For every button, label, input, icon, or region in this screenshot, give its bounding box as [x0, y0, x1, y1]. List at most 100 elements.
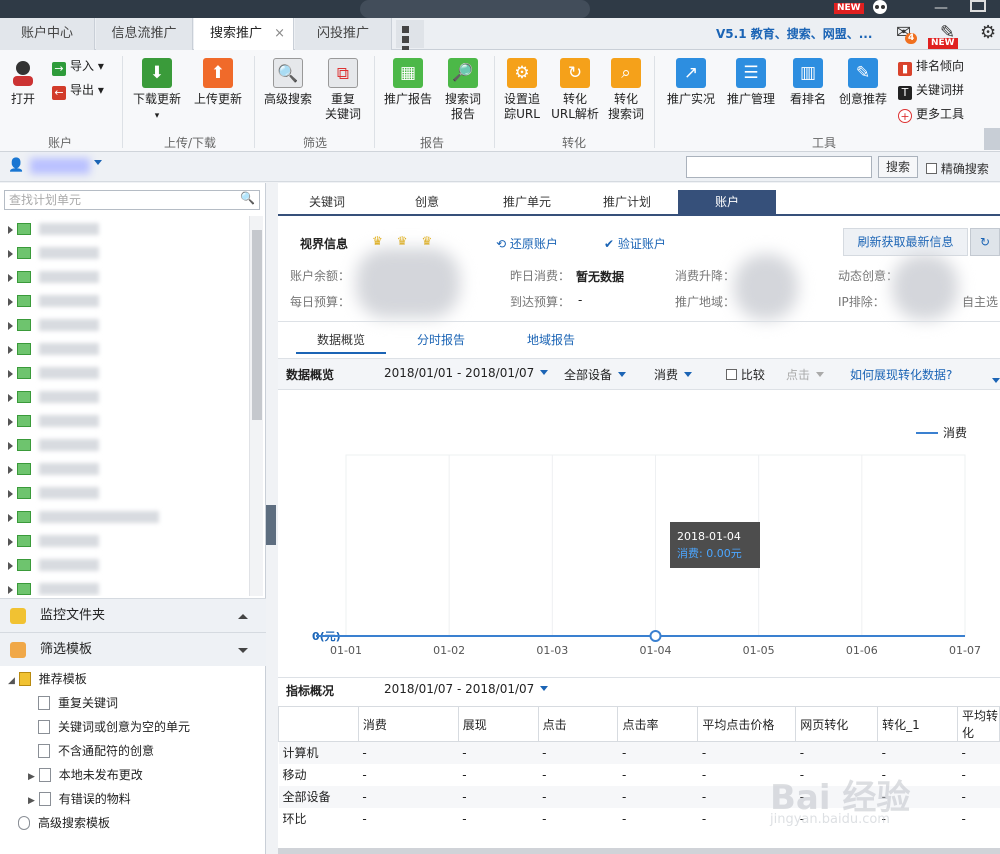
- date-range-select[interactable]: 2018/01/01 - 2018/01/07: [384, 366, 549, 380]
- click-select[interactable]: 点击: [786, 366, 825, 383]
- plan-tree-node[interactable]: [8, 268, 99, 288]
- recommend-template-node[interactable]: ◢ 推荐模板: [8, 670, 87, 690]
- column-header[interactable]: 展现: [457, 706, 539, 742]
- account-name[interactable]: [30, 158, 90, 174]
- plan-tree-node[interactable]: [8, 484, 99, 504]
- tab-promo-plan[interactable]: 推广计划: [578, 190, 676, 214]
- set-tracking-url-button[interactable]: ⚙ 设置追 踪URL: [500, 58, 544, 122]
- expand-arrow-icon[interactable]: [8, 346, 13, 354]
- close-icon[interactable]: ×: [274, 18, 285, 50]
- plan-tree-node[interactable]: [8, 340, 99, 360]
- column-header[interactable]: 平均转化: [956, 706, 1000, 742]
- creative-recommend-button[interactable]: ✎ 创意推荐: [836, 58, 890, 107]
- duplicate-keyword-button[interactable]: ⧉ 重复 关键词: [320, 58, 366, 122]
- how-convert-link[interactable]: 如何展现转化数据?: [850, 366, 952, 383]
- plan-tree-node[interactable]: [8, 388, 99, 408]
- gear-icon[interactable]: ⚙: [980, 22, 996, 44]
- column-header[interactable]: 平均点击价格: [697, 706, 797, 742]
- expand-arrow-icon[interactable]: [8, 538, 13, 546]
- plan-search-input[interactable]: 查找计划单元: [4, 190, 260, 210]
- expand-arrow-icon[interactable]: [8, 250, 13, 258]
- expand-arrow-icon[interactable]: [8, 442, 13, 450]
- metric-select[interactable]: 消费: [654, 366, 693, 383]
- expand-arrow-icon[interactable]: [8, 586, 13, 594]
- tab-account-center[interactable]: 账户中心: [0, 18, 95, 50]
- plan-tree-node[interactable]: [8, 220, 99, 240]
- expand-arrow-icon[interactable]: [8, 514, 13, 522]
- search-icon[interactable]: 🔍: [240, 191, 255, 205]
- expand-arrow-icon[interactable]: [8, 370, 13, 378]
- template-item[interactable]: 重复关键词: [38, 694, 118, 712]
- compare-checkbox[interactable]: 比较: [726, 366, 765, 383]
- checkbox[interactable]: [726, 369, 737, 380]
- column-header[interactable]: 点击率: [617, 706, 699, 742]
- plan-tree-node[interactable]: [8, 436, 99, 456]
- minimize-icon[interactable]: —: [934, 0, 948, 16]
- import-button[interactable]: → 导入 ▾: [52, 58, 104, 76]
- tab-search-promo[interactable]: 搜索推广 ×: [194, 18, 294, 50]
- expand-arrow-icon[interactable]: [8, 322, 13, 330]
- refresh-icon[interactable]: ↻: [970, 228, 1000, 256]
- horizontal-scrollbar[interactable]: [278, 848, 1000, 854]
- plan-tree-node[interactable]: [8, 412, 99, 432]
- expand-arrow-icon[interactable]: [8, 466, 13, 474]
- plan-tree-node[interactable]: [8, 316, 99, 336]
- expand-icon[interactable]: [238, 648, 248, 653]
- plan-tree-node[interactable]: [8, 556, 99, 576]
- template-item[interactable]: 关键词或创意为空的单元: [38, 718, 190, 736]
- export-button[interactable]: ← 导出 ▾: [52, 82, 104, 100]
- version-text[interactable]: V5.1 教育、搜索、网盟、...: [716, 18, 872, 50]
- plan-tree-node[interactable]: [8, 532, 99, 552]
- device-select[interactable]: 全部设备: [564, 366, 627, 383]
- rank-trend-button[interactable]: ▮ 排名倾向: [898, 58, 964, 76]
- keyword-pin-button[interactable]: T 关键词拼: [898, 82, 964, 100]
- tab-hourly-report[interactable]: 分时报告: [396, 326, 486, 354]
- advanced-template-node[interactable]: 高级搜索模板: [18, 814, 110, 832]
- verify-account-link[interactable]: ✔ 验证账户: [604, 235, 666, 252]
- promo-live-button[interactable]: ↗ 推广实况: [664, 58, 718, 107]
- promo-report-button[interactable]: ▦ 推广报告: [382, 58, 434, 107]
- tab-feed-promo[interactable]: 信息流推广: [96, 18, 193, 50]
- maximize-icon[interactable]: [970, 0, 986, 12]
- tab-creative[interactable]: 创意: [378, 190, 476, 214]
- expand-arrow-icon[interactable]: [8, 562, 13, 570]
- column-header[interactable]: [278, 706, 359, 742]
- template-item[interactable]: ▶ 本地未发布更改: [28, 766, 143, 786]
- column-header[interactable]: 点击: [537, 706, 619, 742]
- expand-arrow-icon[interactable]: [8, 394, 13, 402]
- refresh-info-button[interactable]: 刷新获取最新信息: [843, 228, 968, 256]
- ribbon-scroll-up-icon[interactable]: [984, 128, 1000, 150]
- summary-date-select[interactable]: 2018/01/07 - 2018/01/07: [384, 682, 549, 696]
- plan-tree-node[interactable]: [8, 364, 99, 384]
- restore-account-link[interactable]: ⟲ 还原账户: [496, 235, 558, 252]
- plan-tree-node[interactable]: [8, 508, 159, 528]
- plan-tree-node[interactable]: [8, 460, 99, 480]
- template-item[interactable]: 不含通配符的创意: [38, 742, 154, 760]
- expand-arrow-icon[interactable]: [8, 274, 13, 282]
- filter-template-section[interactable]: 筛选模板: [0, 632, 266, 666]
- tab-account[interactable]: 账户: [678, 190, 776, 214]
- view-rank-button[interactable]: ▥ 看排名: [786, 58, 830, 107]
- account-dropdown-icon[interactable]: [94, 160, 102, 165]
- column-header[interactable]: 网页转化: [795, 706, 879, 742]
- expand-arrow-icon[interactable]: [8, 490, 13, 498]
- download-update-button[interactable]: ⬇ 下载更新 ▾: [130, 58, 184, 124]
- exact-search-checkbox[interactable]: 精确搜索: [926, 160, 989, 177]
- convert-term-button[interactable]: ⌕ 转化 搜索词: [606, 58, 646, 122]
- tab-keyword[interactable]: 关键词: [278, 190, 376, 214]
- panel-collapse-handle[interactable]: [266, 505, 276, 545]
- tree-scrollbar[interactable]: [249, 216, 263, 596]
- column-header[interactable]: 消费: [357, 706, 459, 742]
- search-button[interactable]: 搜索: [878, 156, 918, 178]
- promo-manage-button[interactable]: ☰ 推广管理: [724, 58, 778, 107]
- expand-arrow-icon[interactable]: [8, 226, 13, 234]
- plan-tree-node[interactable]: [8, 292, 99, 312]
- plan-tree-node[interactable]: [8, 580, 99, 596]
- chevron-down-icon[interactable]: [992, 378, 1000, 383]
- template-item[interactable]: ▶ 有错误的物料: [28, 790, 131, 810]
- open-button[interactable]: 打开: [6, 58, 40, 107]
- plan-tree-node[interactable]: [8, 244, 99, 264]
- expand-arrow-icon[interactable]: [8, 418, 13, 426]
- collapse-icon[interactable]: [238, 614, 248, 619]
- tab-region-report[interactable]: 地域报告: [506, 326, 596, 354]
